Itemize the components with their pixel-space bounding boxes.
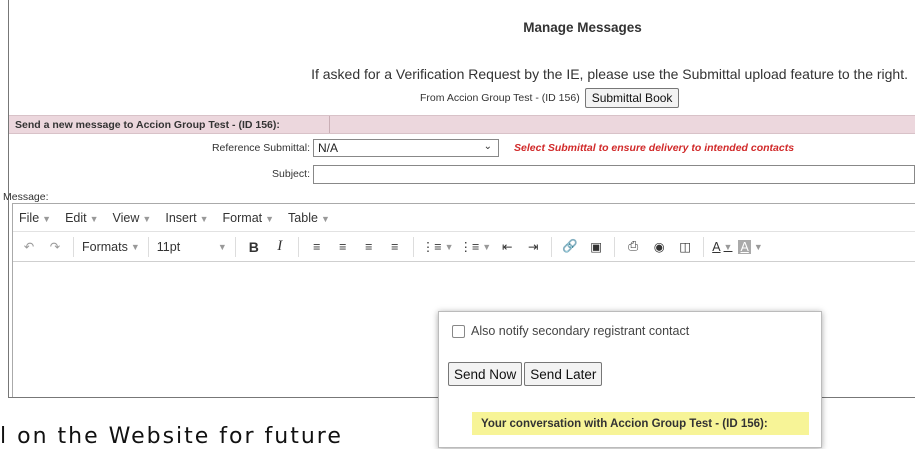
chevron-down-icon: ▼ (142, 213, 152, 224)
numbered-list-icon[interactable]: ⋮≡ ▼ (459, 236, 491, 258)
align-justify-icon[interactable]: ≡ (385, 236, 405, 258)
toolbar-divider (551, 236, 553, 257)
from-label: From Accion Group Test - (ID 156) (420, 92, 580, 104)
chevron-down-icon: ▼ (265, 213, 275, 224)
menu-format[interactable]: Format ▼ (223, 211, 275, 225)
reference-warning: Select Submittal to ensure delivery to i… (514, 142, 795, 154)
align-center-icon[interactable]: ≡ (333, 236, 353, 258)
formats-dropdown[interactable]: Formats ▼ (82, 236, 140, 258)
submittal-book-button[interactable]: Submittal Book (584, 88, 680, 108)
toolbar-divider (297, 236, 299, 257)
link-icon[interactable]: 🔗 (560, 236, 580, 258)
redo-icon[interactable]: ↷ (45, 236, 65, 258)
banner-divider (329, 116, 330, 133)
font-size-dropdown[interactable]: 11pt ▼ (157, 236, 227, 258)
menu-insert-label: Insert (165, 210, 197, 225)
page-title: Manage Messages (523, 20, 642, 35)
font-color-label: A (712, 239, 721, 254)
message-label: Message: (3, 191, 49, 203)
formats-label: Formats (82, 239, 128, 254)
conversation-heading: Your conversation with Accion Group Test… (472, 412, 809, 435)
chevron-down-icon: ▼ (320, 213, 330, 224)
chevron-down-icon: ▼ (42, 213, 52, 224)
background-color-button[interactable]: A ▼ (738, 236, 763, 258)
send-banner-text: Send a new message to Accion Group Test … (15, 118, 280, 131)
bullet-list-icon[interactable]: ⋮≡ ▼ (422, 236, 454, 258)
notify-secondary-checkbox[interactable] (452, 324, 465, 338)
menu-file[interactable]: File ▼ (19, 211, 51, 225)
font-color-button[interactable]: A ▼ (712, 236, 732, 258)
menu-view-label: View (112, 210, 140, 225)
editor-menubar: File ▼ Edit ▼ View ▼ Insert ▼ Format ▼ Table ▼ (13, 204, 915, 232)
chevron-down-icon: ▼ (130, 241, 140, 252)
toolbar-divider (412, 236, 414, 257)
align-right-icon[interactable]: ≡ (359, 236, 379, 258)
preview-icon[interactable]: ◉ (649, 236, 669, 258)
from-row: From Accion Group Test - (ID 156) Submit… (420, 87, 680, 109)
send-options-popup: Also notify secondary registrant contact… (438, 311, 822, 448)
menu-edit-label: Edit (65, 210, 87, 225)
bold-button[interactable]: B (244, 236, 264, 258)
reference-submittal-value: N/A (318, 141, 339, 155)
indent-icon[interactable]: ⇥ (523, 236, 543, 258)
notify-secondary-label: Also notify secondary registrant contact (471, 324, 690, 338)
subject-input[interactable] (313, 165, 915, 184)
media-icon[interactable]: ◫ (675, 236, 695, 258)
print-icon[interactable]: ⎙ (623, 236, 643, 258)
reference-submittal-select[interactable]: N/A ⌄ (313, 139, 499, 157)
background-slide-text: l on the Website for future (0, 424, 343, 449)
chevron-down-icon: ▼ (89, 213, 99, 224)
outdent-icon[interactable]: ⇤ (497, 236, 517, 258)
undo-icon[interactable]: ↶ (19, 236, 39, 258)
background-color-label: A (738, 239, 751, 254)
send-later-button[interactable]: Send Later (524, 362, 603, 386)
align-left-icon[interactable]: ≡ (307, 236, 327, 258)
chevron-down-icon: ▼ (482, 241, 492, 252)
toolbar-divider (147, 236, 149, 257)
send-buttons: Send Now Send Later (448, 362, 603, 386)
menu-insert[interactable]: Insert ▼ (165, 211, 208, 225)
reference-submittal-row: Reference Submittal: N/A ⌄ Select Submit… (0, 139, 915, 159)
reference-submittal-label: Reference Submittal: (211, 142, 310, 154)
menu-view[interactable]: View ▼ (113, 211, 152, 225)
menu-table-label: Table (288, 210, 318, 225)
subject-label: Subject: (272, 168, 310, 180)
editor-toolbar: ↶ ↷ Formats ▼ 11pt ▼ B I ≡ ≡ ≡ ≡ ⋮≡ ▼ ⋮≡ ▼ ⇤… (13, 232, 915, 262)
chevron-down-icon: ▼ (217, 241, 227, 252)
chevron-down-icon: ▼ (444, 241, 454, 252)
toolbar-divider (73, 236, 74, 257)
italic-button[interactable]: I (270, 236, 290, 258)
notify-secondary-row[interactable]: Also notify secondary registrant contact (452, 324, 689, 338)
subject-row: Subject: (0, 165, 915, 185)
chevron-down-icon: ▼ (199, 213, 209, 224)
toolbar-divider (234, 236, 236, 257)
font-size-value: 11pt (156, 239, 181, 254)
toolbar-divider (703, 236, 705, 257)
chevron-down-icon: ▼ (723, 241, 733, 252)
send-message-banner: Send a new message to Accion Group Test … (9, 115, 915, 134)
menu-edit[interactable]: Edit ▼ (65, 211, 98, 225)
image-icon[interactable]: ▣ (586, 236, 606, 258)
menu-file-label: File (19, 210, 40, 225)
menu-format-label: Format (222, 210, 263, 225)
chevron-down-icon: ⌄ (483, 141, 492, 152)
menu-table[interactable]: Table ▼ (288, 211, 330, 225)
send-now-button[interactable]: Send Now (448, 362, 523, 386)
verification-note: If asked for a Verification Request by t… (311, 66, 908, 82)
chevron-down-icon: ▼ (753, 241, 763, 252)
toolbar-divider (614, 236, 616, 257)
